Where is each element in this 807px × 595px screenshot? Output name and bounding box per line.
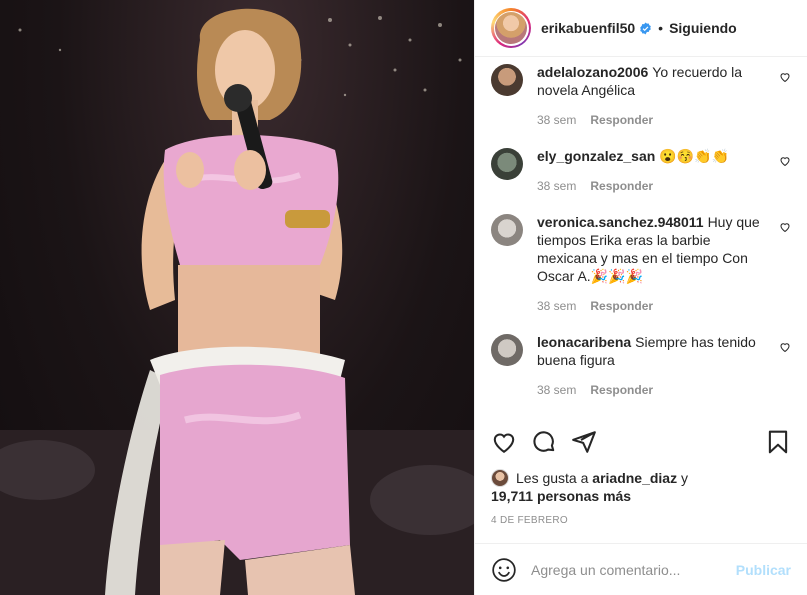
likes-conjunction: y	[681, 470, 688, 486]
comment-like-heart-icon[interactable]	[779, 221, 791, 233]
comments-list[interactable]: adelalozano2006 Yo recuerdo la novela Ang…	[475, 57, 807, 409]
comment-body: leonacaribena Siempre has tenido buena fi…	[537, 333, 791, 409]
comment-body: ely_gonzalez_san 😮😚👏👏 38 sem Responder	[537, 147, 791, 207]
comment-text-block: veronica.sanchez.948011 Huy que tiempos E…	[537, 213, 763, 285]
publish-button[interactable]: Publicar	[736, 562, 791, 578]
likes-prefix: Les gusta a	[516, 470, 589, 486]
author-avatar[interactable]	[491, 8, 531, 48]
share-icon[interactable]	[571, 429, 597, 455]
comment-body: adelalozano2006 Yo recuerdo la novela Ang…	[537, 63, 791, 141]
comment-meta: 38 sem Responder	[537, 113, 763, 127]
comment-item: adelalozano2006 Yo recuerdo la novela Ang…	[491, 57, 791, 141]
comment-body: veronica.sanchez.948011 Huy que tiempos E…	[537, 213, 791, 327]
comment-text-block: leonacaribena Siempre has tenido buena fi…	[537, 333, 763, 369]
comment-text: 😮😚👏👏	[659, 148, 730, 164]
post-side-panel: erikabuenfil50 • Siguiendo adelalozano20…	[474, 0, 807, 595]
bookmark-icon[interactable]	[765, 429, 791, 455]
comment-time[interactable]: 38 sem	[537, 383, 576, 397]
comment-icon[interactable]	[531, 429, 557, 455]
author-avatar-image	[495, 12, 527, 44]
heart-icon[interactable]	[491, 429, 517, 455]
author-avatar-frame	[493, 10, 529, 46]
comment-meta: 38 sem Responder	[537, 383, 763, 397]
liker-avatar[interactable]	[491, 469, 509, 487]
commenter-username[interactable]: adelalozano2006	[537, 64, 648, 80]
comment-text-block: ely_gonzalez_san 😮😚👏👏	[537, 147, 763, 165]
post-photo[interactable]	[0, 0, 474, 595]
commenter-username[interactable]: ely_gonzalez_san	[537, 148, 655, 164]
post-date[interactable]: 4 DE FEBRERO	[491, 515, 568, 526]
emoji-icon[interactable]	[491, 557, 517, 583]
likes-summary: Les gusta a ariadne_diaz y 19,711 person…	[491, 469, 791, 505]
post-header: erikabuenfil50 • Siguiendo	[475, 0, 807, 57]
following-button[interactable]: Siguiendo	[669, 20, 737, 36]
add-comment-bar: Agrega un comentario... Publicar	[475, 543, 807, 595]
comment-like-heart-icon[interactable]	[779, 71, 791, 83]
likes-count-link[interactable]: 19,711 personas más	[491, 488, 631, 504]
commenter-avatar[interactable]	[491, 214, 523, 246]
commenter-username[interactable]: veronica.sanchez.948011	[537, 214, 704, 230]
comment-meta: 38 sem Responder	[537, 299, 763, 313]
comment-item: leonacaribena Siempre has tenido buena fi…	[491, 327, 791, 409]
comment-input[interactable]: Agrega un comentario...	[531, 562, 736, 578]
reply-button[interactable]: Responder	[590, 113, 653, 127]
comment-time[interactable]: 38 sem	[537, 299, 576, 313]
comment-like-heart-icon[interactable]	[779, 155, 791, 167]
post-action-bar	[491, 422, 791, 462]
comment-item: veronica.sanchez.948011 Huy que tiempos E…	[491, 207, 791, 327]
comment-item: ely_gonzalez_san 😮😚👏👏 38 sem Responder	[491, 141, 791, 207]
commenter-avatar[interactable]	[491, 334, 523, 366]
reply-button[interactable]: Responder	[590, 299, 653, 313]
post-photo-illustration	[0, 8, 474, 595]
header-separator: •	[658, 20, 664, 36]
commenter-username[interactable]: leonacaribena	[537, 334, 631, 350]
reply-button[interactable]: Responder	[590, 383, 653, 397]
commenter-avatar[interactable]	[491, 148, 523, 180]
comment-time[interactable]: 38 sem	[537, 179, 576, 193]
author-username[interactable]: erikabuenfil50	[541, 20, 635, 36]
comment-text-block: adelalozano2006 Yo recuerdo la novela Ang…	[537, 63, 763, 99]
liker-username[interactable]: ariadne_diaz	[592, 470, 677, 486]
commenter-avatar[interactable]	[491, 64, 523, 96]
verified-icon	[639, 22, 652, 35]
comment-time[interactable]: 38 sem	[537, 113, 576, 127]
comment-meta: 38 sem Responder	[537, 179, 763, 193]
comment-like-heart-icon[interactable]	[779, 341, 791, 353]
reply-button[interactable]: Responder	[590, 179, 653, 193]
